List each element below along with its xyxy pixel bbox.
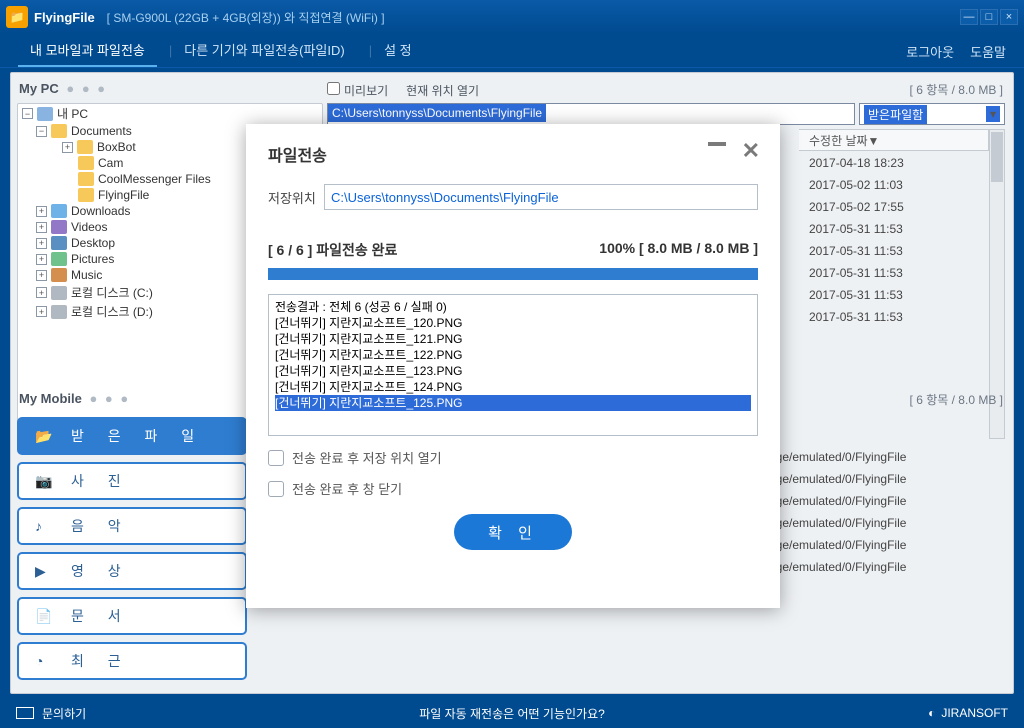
mail-icon (16, 707, 34, 719)
help-link[interactable]: 도움말 (970, 42, 1006, 67)
dialog-minimize-button[interactable] (708, 142, 726, 146)
list-item[interactable]: age/emulated/0/FlyingFile (769, 559, 989, 581)
transfer-log[interactable]: 전송결과 : 전체 6 (성공 6 / 실패 0) [건너뛰기] 지란지교소프트… (268, 294, 758, 436)
list-item[interactable]: 2017-05-02 11:03 (799, 175, 989, 197)
dialog-close-button[interactable]: ✕ (742, 138, 760, 164)
tab-device-transfer[interactable]: 다른 기기와 파일전송(파일ID) (157, 40, 357, 67)
list-item[interactable]: age/emulated/0/FlyingFile (769, 493, 989, 515)
log-line: [건너뛰기] 지란지교소프트_120.PNG (275, 315, 751, 331)
open-location-checkbox[interactable]: 전송 완료 후 저장 위치 열기 (268, 448, 758, 467)
path-input[interactable]: C:\Users\tonnyss\Documents\FlyingFile (327, 103, 855, 125)
inbox-select[interactable]: 받은파일함▾ (859, 103, 1005, 125)
clock-icon: ◔ (35, 653, 57, 669)
brand-label: JIRANSOFT (941, 706, 1008, 720)
sidebar-document[interactable]: 📄문 서 (17, 597, 247, 635)
log-line: [건너뛰기] 지란지교소프트_124.PNG (275, 379, 751, 395)
list-item[interactable]: 2017-04-18 18:23 (799, 153, 989, 175)
tree-documents[interactable]: Documents (71, 124, 132, 138)
progress-bar (268, 268, 758, 280)
tab-settings[interactable]: 설 정 (357, 40, 424, 67)
log-line: 전송결과 : 전체 6 (성공 6 / 실패 0) (275, 299, 751, 315)
tree-cam[interactable]: Cam (98, 156, 123, 170)
list-item[interactable]: age/emulated/0/FlyingFile (769, 515, 989, 537)
tree-desktop[interactable]: Desktop (71, 236, 115, 250)
tree-cool[interactable]: CoolMessenger Files (98, 172, 211, 186)
tree-disk-c[interactable]: 로컬 디스크 (C:) (71, 284, 153, 301)
tree-flyingfile[interactable]: FlyingFile (98, 188, 149, 202)
list-item[interactable]: 2017-05-02 17:55 (799, 197, 989, 219)
list-item[interactable]: 2017-05-31 11:53 (799, 285, 989, 307)
titlebar: 📁 FlyingFile [ SM-G900L (22GB + 4GB(외장))… (0, 0, 1024, 34)
tab-mobile-transfer[interactable]: 내 모바일과 파일전송 (18, 40, 157, 67)
sidebar-recent[interactable]: ◔최 근 (17, 642, 247, 680)
minimize-button[interactable]: — (960, 9, 978, 25)
log-line-selected[interactable]: [건너뛰기] 지란지교소프트_125.PNG (275, 395, 751, 411)
device-info: [ SM-G900L (22GB + 4GB(외장)) 와 직접연결 (WiFi… (107, 9, 385, 26)
close-button[interactable]: × (1000, 9, 1018, 25)
date-column: 2017-04-18 18:23 2017-05-02 11:03 2017-0… (799, 153, 989, 329)
music-icon: ♪ (35, 518, 57, 534)
progress-text-left: [ 6 / 6 ] 파일전송 완료 (268, 240, 397, 260)
log-line: [건너뛰기] 지란지교소프트_121.PNG (275, 331, 751, 347)
item-count: [ 6 항목 / 8.0 MB ] (910, 81, 1003, 98)
sidebar-music[interactable]: ♪음 악 (17, 507, 247, 545)
sidebar-video[interactable]: ▶영 상 (17, 552, 247, 590)
sidebar-received[interactable]: 📂받 은 파 일 (17, 417, 247, 455)
close-after-checkbox[interactable]: 전송 완료 후 창 닫기 (268, 479, 758, 498)
list-item[interactable]: age/emulated/0/FlyingFile (769, 537, 989, 559)
log-line: [건너뛰기] 지란지교소프트_122.PNG (275, 347, 751, 363)
app-name: FlyingFile (34, 10, 95, 25)
dialog-title: 파일전송 (268, 142, 758, 166)
list-item[interactable]: age/emulated/0/FlyingFile (769, 471, 989, 493)
sidebar-photo[interactable]: 📷사 진 (17, 462, 247, 500)
list-item[interactable]: age/emulated/0/FlyingFile (769, 449, 989, 471)
open-location-link[interactable]: 현재 위치 열기 (406, 82, 479, 99)
progress-text-right: 100% [ 8.0 MB / 8.0 MB ] (599, 240, 758, 260)
tree-videos[interactable]: Videos (71, 220, 107, 234)
tree-pictures[interactable]: Pictures (71, 252, 114, 266)
video-icon: ▶ (35, 563, 57, 580)
save-location-input[interactable]: C:\Users\tonnyss\Documents\FlyingFile (324, 184, 758, 210)
list-item[interactable]: 2017-05-31 11:53 (799, 219, 989, 241)
transfer-dialog: 파일전송 ✕ 저장위치 C:\Users\tonnyss\Documents\F… (246, 124, 780, 608)
app-logo-icon: 📁 (6, 6, 28, 28)
log-line: [건너뛰기] 지란지교소프트_123.PNG (275, 363, 751, 379)
main-tabbar: 내 모바일과 파일전송 다른 기기와 파일전송(파일ID) 설 정 로그아웃 도… (0, 34, 1024, 68)
preview-checkbox[interactable]: 미리보기 (327, 82, 388, 99)
camera-icon: 📷 (35, 473, 57, 490)
tree-music[interactable]: Music (71, 268, 102, 282)
mypc-header: My PC ● ● ● (19, 81, 107, 96)
tree-boxbot[interactable]: BoxBot (97, 140, 136, 154)
tree-downloads[interactable]: Downloads (71, 204, 130, 218)
maximize-button[interactable]: □ (980, 9, 998, 25)
save-location-label: 저장위치 (268, 188, 324, 207)
ok-button[interactable]: 확 인 (454, 514, 572, 550)
footer: 문의하기 파일 자동 재전송은 어떤 기능인가요? ◐ JIRANSOFT (0, 698, 1024, 728)
logout-link[interactable]: 로그아웃 (906, 42, 954, 67)
list-item[interactable]: 2017-05-31 11:53 (799, 241, 989, 263)
mobile-item-count: [ 6 항목 / 8.0 MB ] (910, 391, 1003, 408)
contact-link[interactable]: 문의하기 (42, 705, 86, 722)
brand-icon: ◐ (928, 706, 935, 720)
list-item[interactable]: 2017-05-31 11:53 (799, 307, 989, 329)
folder-open-icon: 📂 (35, 428, 57, 445)
column-header-date[interactable]: 수정한 날짜▼ (799, 129, 989, 151)
document-icon: 📄 (35, 608, 57, 625)
mymobile-header: My Mobile ● ● ● (19, 391, 130, 406)
footer-tip[interactable]: 파일 자동 재전송은 어떤 기능인가요? (419, 705, 605, 722)
list-item[interactable]: 2017-05-31 11:53 (799, 263, 989, 285)
tree-disk-d[interactable]: 로컬 디스크 (D:) (71, 303, 153, 320)
tree-root[interactable]: 내 PC (57, 105, 88, 122)
mobile-paths-column: age/emulated/0/FlyingFile age/emulated/0… (769, 449, 989, 581)
